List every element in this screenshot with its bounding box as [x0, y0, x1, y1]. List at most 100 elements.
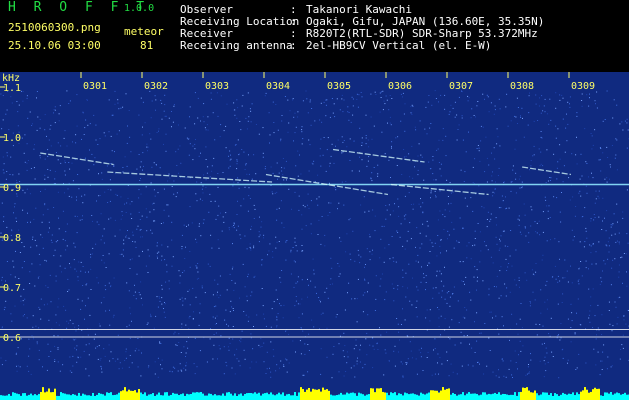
noise-speckle — [549, 98, 551, 100]
noise-speckle — [425, 235, 427, 237]
noise-speckle — [87, 297, 89, 299]
noise-speckle — [448, 113, 450, 115]
noise-speckle — [288, 362, 290, 364]
noise-speckle — [450, 202, 452, 204]
noise-speckle — [262, 127, 264, 129]
noise-speckle — [164, 316, 166, 318]
noise-speckle — [269, 134, 271, 136]
noise-speckle — [177, 370, 179, 372]
noise-speckle — [215, 218, 217, 220]
noise-speckle — [588, 176, 589, 178]
noise-speckle — [29, 283, 31, 284]
noise-speckle — [318, 219, 320, 221]
signal-meter-bar — [178, 395, 180, 400]
noise-speckle — [356, 321, 358, 323]
noise-speckle — [339, 273, 341, 275]
noise-speckle — [228, 167, 230, 169]
noise-speckle — [104, 355, 106, 357]
noise-speckle — [2, 169, 4, 171]
noise-speckle — [250, 110, 252, 112]
noise-speckle — [18, 104, 20, 106]
signal-meter-bar — [62, 393, 64, 400]
noise-speckle — [32, 315, 34, 317]
noise-speckle — [130, 213, 132, 215]
noise-speckle — [161, 303, 163, 305]
noise-speckle — [281, 270, 283, 271]
noise-speckle — [282, 317, 284, 319]
noise-speckle — [10, 274, 12, 276]
noise-speckle — [223, 346, 225, 348]
noise-speckle — [196, 278, 198, 280]
noise-speckle — [220, 335, 222, 337]
noise-speckle — [454, 116, 456, 118]
frequency-tick-label: 0.7 — [3, 283, 21, 294]
noise-speckle — [302, 138, 304, 140]
noise-speckle — [502, 200, 504, 202]
noise-speckle — [28, 355, 30, 357]
noise-speckle — [619, 358, 621, 360]
noise-speckle — [286, 240, 288, 241]
noise-speckle — [417, 155, 419, 157]
noise-speckle — [65, 249, 67, 251]
noise-speckle — [360, 204, 362, 206]
signal-meter-peak — [40, 391, 42, 400]
noise-speckle — [519, 187, 521, 189]
noise-speckle — [19, 181, 21, 182]
noise-speckle — [612, 223, 614, 225]
noise-speckle — [538, 105, 540, 107]
noise-speckle — [96, 346, 98, 348]
noise-speckle — [595, 103, 596, 105]
noise-speckle — [110, 286, 112, 288]
noise-speckle — [248, 116, 250, 118]
signal-meter-bar — [150, 394, 152, 400]
noise-speckle — [351, 96, 353, 98]
noise-speckle — [107, 189, 109, 190]
signal-meter-bar — [262, 393, 264, 400]
noise-speckle — [161, 259, 162, 261]
noise-speckle — [185, 352, 187, 354]
noise-speckle — [140, 236, 142, 238]
noise-speckle — [11, 320, 13, 322]
noise-speckle — [542, 110, 544, 112]
noise-speckle — [175, 151, 177, 153]
signal-meter-bar — [606, 392, 608, 400]
noise-speckle — [207, 263, 209, 265]
noise-speckle — [234, 282, 236, 284]
noise-speckle — [153, 209, 155, 211]
noise-speckle — [581, 93, 583, 95]
noise-speckle — [217, 291, 218, 293]
noise-speckle — [72, 365, 74, 367]
noise-speckle — [236, 117, 238, 119]
noise-speckle — [594, 217, 596, 218]
signal-meter-bar — [22, 393, 24, 400]
noise-speckle — [85, 305, 86, 307]
noise-speckle — [5, 280, 6, 282]
noise-speckle — [341, 181, 343, 183]
noise-speckle — [394, 345, 396, 347]
noise-speckle — [276, 162, 278, 164]
signal-meter-bar — [172, 392, 174, 400]
noise-speckle — [506, 207, 508, 209]
noise-speckle — [544, 342, 545, 344]
noise-speckle — [23, 261, 25, 262]
noise-speckle — [72, 338, 74, 340]
noise-speckle — [119, 253, 121, 255]
noise-speckle — [603, 260, 605, 262]
signal-meter-bar — [92, 392, 94, 400]
noise-speckle — [408, 263, 410, 265]
noise-speckle — [449, 338, 451, 340]
noise-speckle — [595, 364, 597, 366]
noise-speckle — [499, 247, 501, 249]
noise-speckle — [626, 118, 628, 120]
noise-speckle — [109, 309, 110, 311]
noise-speckle — [277, 178, 278, 180]
noise-speckle — [555, 125, 557, 127]
noise-speckle — [417, 261, 419, 263]
noise-speckle — [35, 325, 37, 327]
noise-speckle — [193, 311, 194, 313]
noise-speckle — [362, 294, 364, 296]
signal-meter-bar — [368, 394, 370, 400]
noise-speckle — [1, 327, 3, 329]
noise-speckle — [159, 342, 161, 344]
noise-speckle — [98, 323, 100, 325]
